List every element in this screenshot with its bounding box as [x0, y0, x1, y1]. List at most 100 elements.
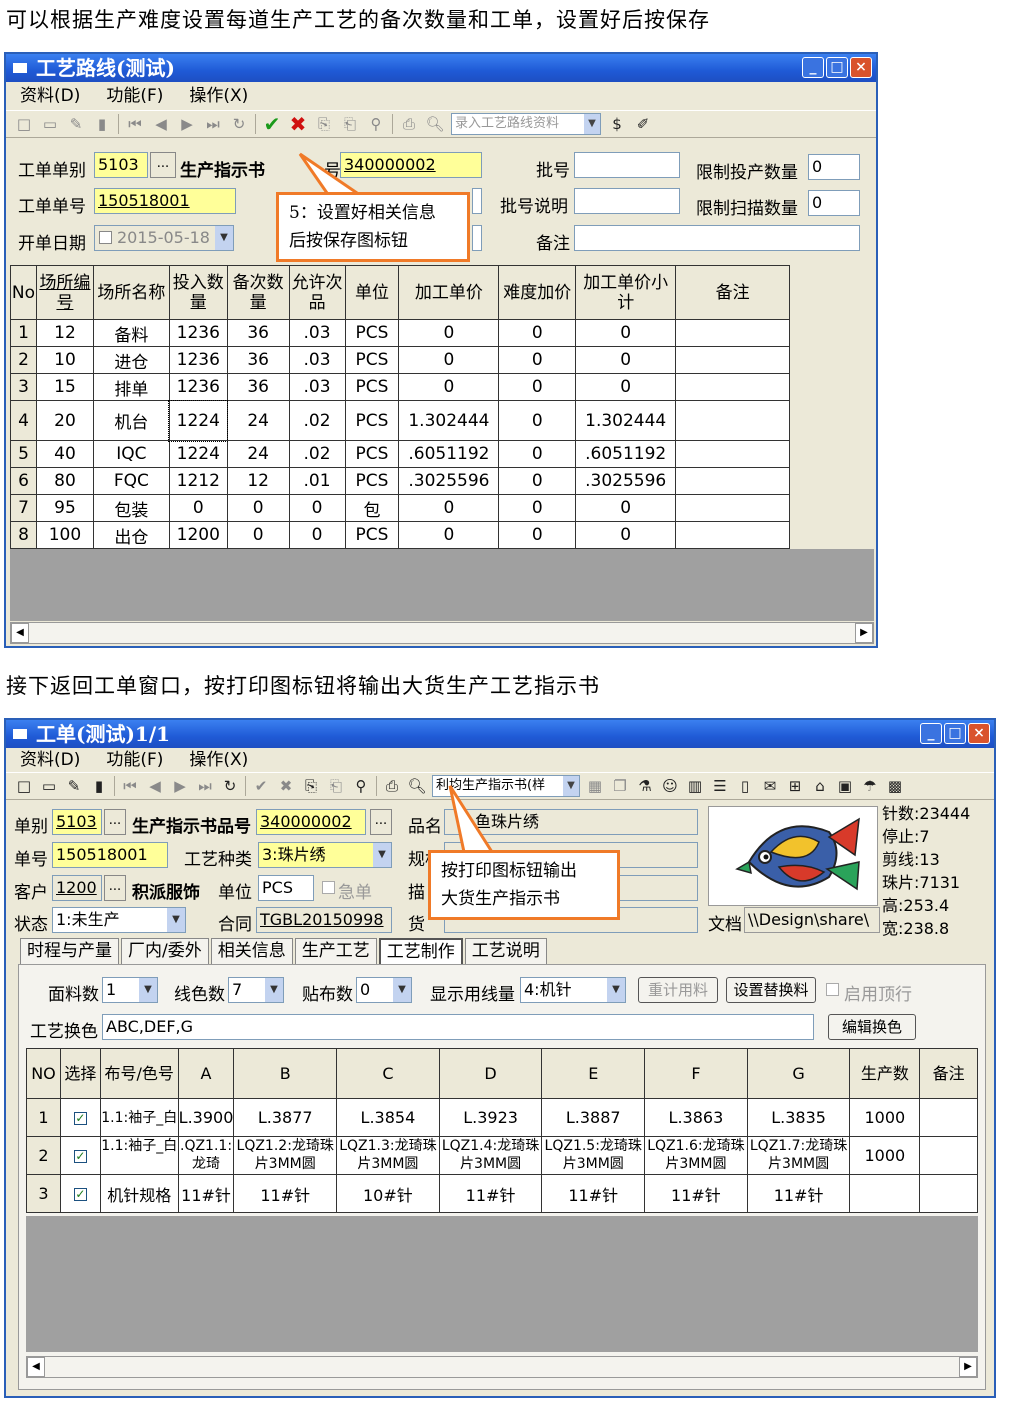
refresh-icon[interactable]: ↻	[220, 776, 240, 796]
wifi-icon[interactable]: ☰	[710, 776, 730, 796]
cell-unit[interactable]: PCS	[344, 440, 400, 468]
scroll-left-icon[interactable]: ◀	[27, 1357, 45, 1377]
menu-operation[interactable]: 操作(X)	[189, 84, 248, 108]
cell-site-name[interactable]: 机台	[92, 400, 170, 441]
cell-spare-qty[interactable]: 0	[226, 521, 290, 549]
cell-unit[interactable]: PCS	[344, 521, 400, 549]
order-type-field[interactable]: 5103	[94, 152, 148, 178]
usb-icon[interactable]: ▯	[735, 776, 755, 796]
col-c[interactable]: C	[336, 1048, 440, 1099]
cell-note[interactable]	[675, 346, 790, 374]
cell-price-subtotal[interactable]: 0	[575, 373, 677, 401]
print-preview-icon[interactable]: 🔍︎	[425, 114, 445, 134]
cell-b[interactable]: LQZ1.2:龙琦珠片3MM圆	[233, 1136, 338, 1175]
close-button[interactable]: ×	[850, 57, 872, 78]
cell-spare-qty[interactable]: 24	[226, 440, 290, 468]
cell-site-name[interactable]: 备料	[92, 319, 170, 347]
cell-c[interactable]: LQZ1.3:龙琦珠片3MM圆	[336, 1136, 440, 1175]
first-record-icon[interactable]: ⏮	[125, 114, 145, 134]
col-a[interactable]: A	[177, 1048, 235, 1099]
table-row[interactable]: 5 40 IQC 1224 24.02 PCS .6051192 0.6051192	[10, 440, 790, 468]
color-swap-field[interactable]: ABC,DEF,G	[102, 1014, 814, 1040]
cell-unit-price[interactable]: 0	[398, 373, 500, 401]
cell-b[interactable]: L.3877	[233, 1098, 338, 1137]
cell-defect-allow[interactable]: 0	[288, 521, 346, 549]
col-no[interactable]: NO	[26, 1048, 61, 1099]
cell-input-qty[interactable]: 0	[168, 494, 228, 522]
open-icon[interactable]: ▭	[40, 114, 60, 134]
cell-unit-price[interactable]: 0	[398, 494, 500, 522]
close-button[interactable]: ×	[968, 723, 990, 744]
report-select[interactable]: 录入工艺路线资料 ▼	[451, 113, 601, 135]
cell-unit-price[interactable]: 0	[398, 521, 500, 549]
table-row[interactable]: 2 ✓ 1.1:袖子_白 .QZ1.1:龙琦 LQZ1.2:龙琦珠片3MM圆 LQZ1.3…	[26, 1136, 978, 1175]
cell-site-code[interactable]: 12	[35, 319, 94, 347]
cell-site-code[interactable]: 95	[35, 494, 94, 522]
cell-f[interactable]: 11#针	[644, 1174, 748, 1213]
cell-difficulty-add[interactable]: 0	[498, 494, 577, 522]
col-defect-allow[interactable]: 允许次品	[288, 265, 346, 320]
table-row[interactable]: 1 12 备料 1236 36.03 PCS 0 0 0	[10, 319, 790, 347]
dollar-icon[interactable]: $	[607, 114, 627, 134]
contract-field[interactable]: TGBL20150998	[256, 907, 392, 933]
cell-site-name[interactable]: 包装	[92, 494, 170, 522]
note-field[interactable]	[574, 225, 860, 251]
cell-unit-price[interactable]: 0	[398, 319, 500, 347]
cell-production-qty[interactable]: 1000	[849, 1136, 921, 1175]
cell-defect-allow[interactable]: .03	[288, 373, 346, 401]
col-unit[interactable]: 单位	[344, 265, 400, 320]
limit-prod-field[interactable]: 0	[808, 154, 860, 180]
cell-price-subtotal[interactable]: 0	[575, 346, 677, 374]
cell-site-code[interactable]: 40	[35, 440, 94, 468]
row-select-checkbox[interactable]: ✓	[73, 1112, 87, 1125]
cell-spare-qty[interactable]: 36	[226, 346, 290, 374]
flask-icon[interactable]: ⚗	[635, 776, 655, 796]
org-chart-icon[interactable]: ⊞	[785, 776, 805, 796]
window-icon[interactable]: ▣	[835, 776, 855, 796]
col-site-name[interactable]: 场所名称	[92, 265, 170, 320]
cell-spare-qty[interactable]: 12	[226, 467, 290, 495]
cell-unit[interactable]: PCS	[344, 373, 400, 401]
new-icon[interactable]: □	[14, 776, 34, 796]
minimize-button[interactable]: _	[802, 57, 824, 78]
cell-defect-allow[interactable]: .02	[288, 400, 346, 441]
order-type-lookup-button[interactable]: ...	[104, 809, 126, 835]
col-d[interactable]: D	[438, 1048, 543, 1099]
scroll-right-icon[interactable]: ▶	[855, 623, 873, 643]
cell-site-name[interactable]: FQC	[92, 467, 170, 495]
wand-icon[interactable]: ✐	[633, 114, 653, 134]
mail-icon[interactable]: ✉	[760, 776, 780, 796]
document-field[interactable]: \\Design\share\	[744, 907, 880, 933]
customer-lookup-button[interactable]: ...	[104, 875, 126, 901]
cell-d[interactable]: L.3923	[438, 1098, 543, 1137]
scroll-left-icon[interactable]: ◀	[11, 623, 29, 643]
cell-defect-allow[interactable]: .03	[288, 319, 346, 347]
cell-a[interactable]: L.3900	[177, 1098, 235, 1137]
customer-code-field[interactable]: 1200	[52, 875, 102, 901]
cell-a[interactable]: 11#针	[177, 1174, 235, 1213]
cell-note[interactable]	[675, 494, 790, 522]
unit-field[interactable]: PCS	[258, 875, 314, 901]
cell-difficulty-add[interactable]: 0	[498, 440, 577, 468]
col-e[interactable]: E	[541, 1048, 646, 1099]
minimize-button[interactable]: _	[920, 723, 942, 744]
menu-data[interactable]: 资料(D)	[20, 748, 80, 772]
col-input-qty[interactable]: 投入数量	[168, 265, 228, 320]
prev-record-icon[interactable]: ◀	[151, 114, 171, 134]
top-row-checkbox[interactable]	[826, 983, 839, 996]
tab-inhouse-outsource[interactable]: 厂内/委外	[121, 938, 209, 964]
col-fabric-color[interactable]: 布号/色号	[99, 1048, 179, 1099]
cell-select[interactable]: ✓	[59, 1174, 101, 1213]
cell-input-qty[interactable]: 1224	[168, 399, 229, 442]
tab-schedule[interactable]: 时程与产量	[20, 938, 119, 964]
umbrella-icon[interactable]: ☂	[860, 776, 880, 796]
cell-note[interactable]	[675, 400, 790, 441]
col-site-code[interactable]: 场所编号	[35, 265, 94, 320]
cell-f[interactable]: L.3863	[644, 1098, 748, 1137]
cell-input-qty[interactable]: 1200	[168, 521, 228, 549]
title-bar[interactable]: 工艺路线(测试) _ □ ×	[6, 54, 876, 82]
table-row[interactable]: 1 ✓ 1.1:袖子_白 L.3900 L.3877 L.3854 L.3923 L.3887…	[26, 1098, 978, 1137]
delete-icon[interactable]: ▮	[89, 776, 109, 796]
cell-d[interactable]: LQZ1.4:龙琦珠片3MM圆	[438, 1136, 543, 1175]
cell-c[interactable]: 10#针	[336, 1174, 440, 1213]
